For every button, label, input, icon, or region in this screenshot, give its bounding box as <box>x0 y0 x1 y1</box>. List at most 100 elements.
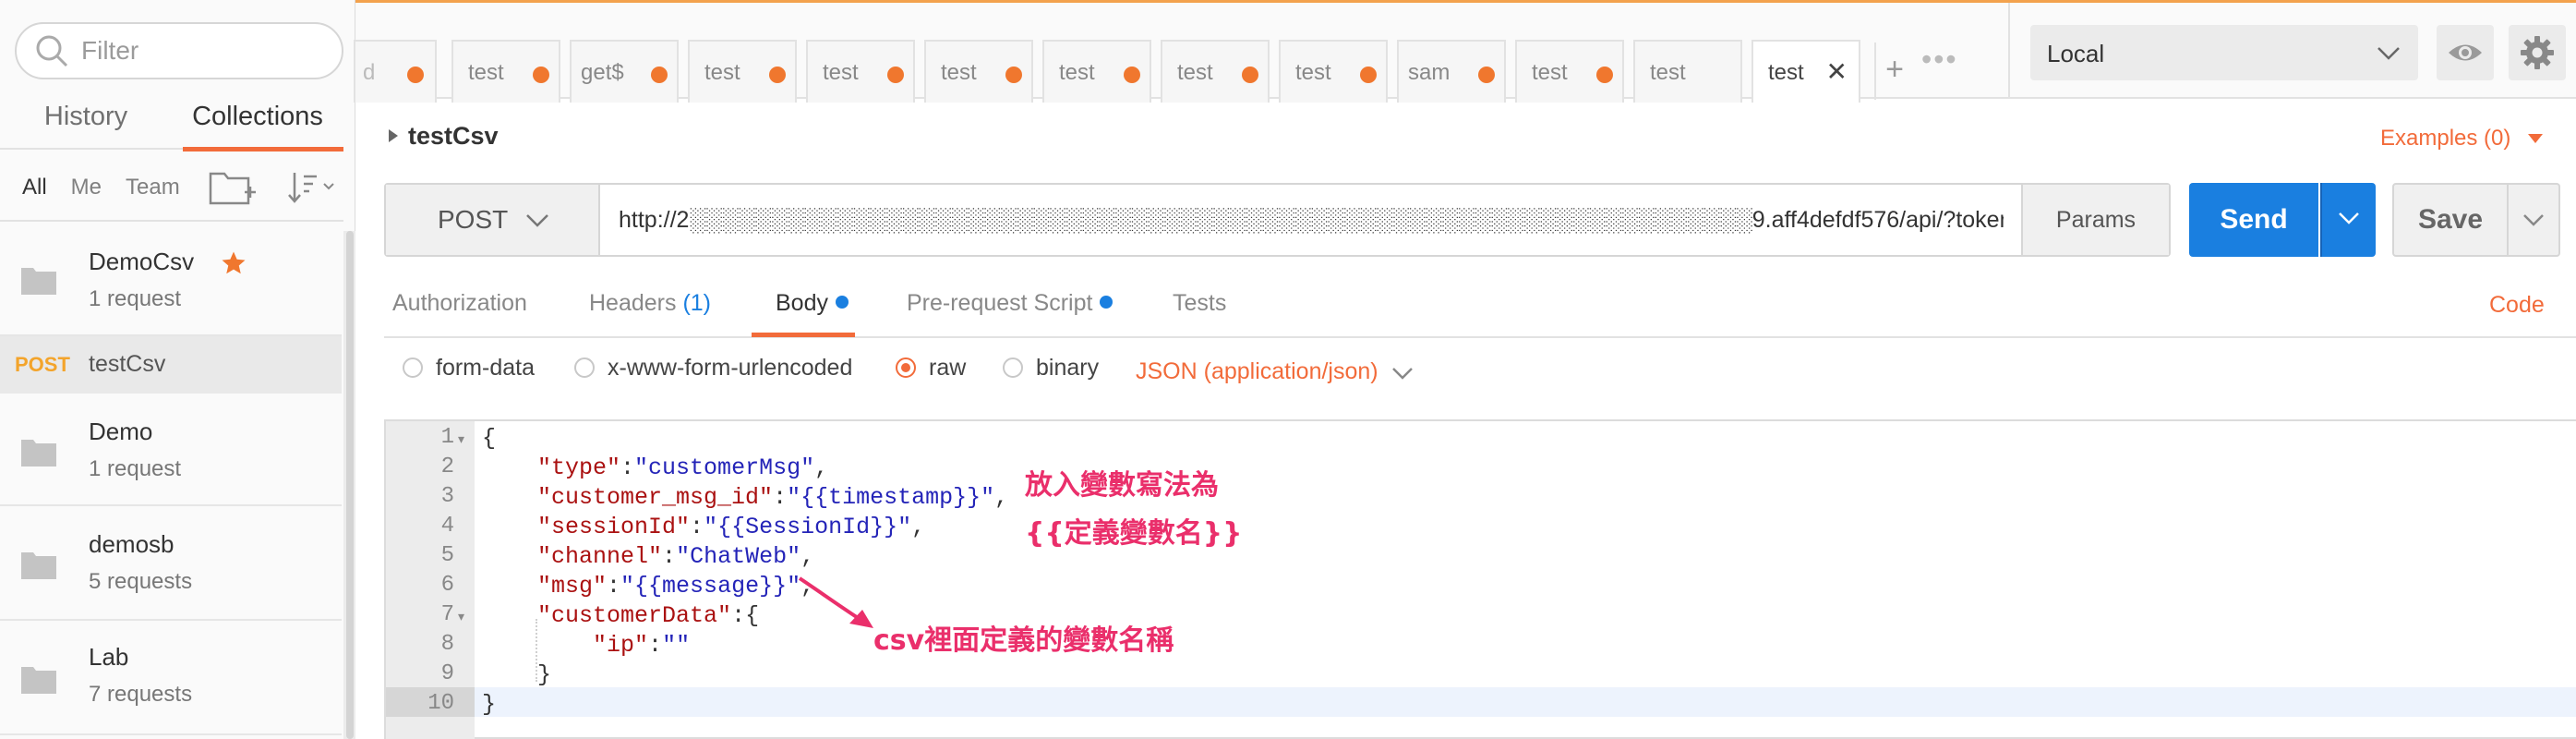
radio-label: binary <box>1036 355 1100 381</box>
json-punct <box>482 454 537 481</box>
request-title[interactable]: testCsv <box>408 122 499 151</box>
request-name: testCsv <box>89 351 166 377</box>
more-tabs-icon[interactable]: ••• <box>1921 42 1958 77</box>
settings-button[interactable] <box>2509 25 2566 80</box>
line-number: 5 <box>440 543 454 568</box>
url-bar: POST http://2░░░░░░░░░░░░░░░░░░░░░░░░░░░… <box>384 183 2171 257</box>
eye-icon <box>2449 44 2482 61</box>
line-number: 9 <box>440 661 454 686</box>
code-line: "ip":"" <box>482 632 690 659</box>
collection-name: Lab <box>89 643 129 671</box>
gear-icon <box>2521 36 2554 69</box>
tab-label: test <box>1650 60 1686 85</box>
sidebar-scrollbar[interactable] <box>346 231 354 739</box>
filter-me[interactable]: Me <box>71 175 102 200</box>
json-punct <box>482 632 593 659</box>
json-punct: : <box>648 632 663 659</box>
prerequest-indicator-dot <box>1100 296 1113 309</box>
request-tab-bar: d test get$ test test test test test tes… <box>354 3 2008 103</box>
code-line: "type":"customerMsg", <box>482 454 828 481</box>
code-line: "channel":"ChatWeb", <box>482 543 814 570</box>
filter-input[interactable]: Filter <box>15 22 343 79</box>
sort-icon[interactable] <box>285 169 341 206</box>
chevron-down-icon[interactable] <box>1390 366 1414 382</box>
json-punct <box>482 514 537 540</box>
collection-count: 5 requests <box>89 569 193 594</box>
request-tab[interactable]: test <box>924 40 1033 103</box>
content-type-select[interactable]: JSON (application/json) <box>1136 358 1378 385</box>
caret-right-icon[interactable] <box>388 128 399 143</box>
request-item-testcsv[interactable]: POST testCsv <box>0 336 342 394</box>
body-editor[interactable]: { "type":"customerMsg", "customer_msg_id… <box>384 419 2576 739</box>
tab-authorization[interactable]: Authorization <box>392 290 527 317</box>
collection-demo[interactable]: Demo 1 request <box>0 395 342 506</box>
method-select[interactable]: POST <box>386 185 600 255</box>
json-key: "customer_msg_id" <box>537 484 774 511</box>
request-tab[interactable]: get$ <box>570 40 679 103</box>
tab-collections[interactable]: Collections <box>172 92 343 151</box>
tab-body[interactable]: Body <box>776 290 849 317</box>
send-options-button[interactable] <box>2320 183 2376 257</box>
tab-label: get$ <box>581 60 624 85</box>
unsaved-dot <box>1242 67 1258 83</box>
code-line: } <box>482 661 551 688</box>
json-string: "{{SessionId}}" <box>704 514 912 540</box>
request-tab[interactable]: test <box>1279 40 1388 103</box>
examples-dropdown[interactable]: Examples (0) <box>2380 126 2545 151</box>
request-tab-active[interactable]: test ✕ <box>1751 40 1860 103</box>
filter-team[interactable]: Team <box>126 175 180 200</box>
json-punct: , <box>911 514 926 540</box>
tab-prerequest-script[interactable]: Pre-request Script <box>907 290 1113 317</box>
line-number: 8 <box>440 632 454 657</box>
collection-count: 1 request <box>89 456 182 481</box>
request-tab[interactable]: test <box>1161 40 1270 103</box>
fold-toggle-icon[interactable]: ▾ <box>458 432 464 448</box>
fold-toggle-icon[interactable]: ▾ <box>458 610 464 625</box>
collection-demosb[interactable]: demosb 5 requests <box>0 508 342 621</box>
code-link[interactable]: Code <box>2489 292 2545 319</box>
new-folder-icon[interactable] <box>208 168 258 207</box>
tab-tests[interactable]: Tests <box>1173 290 1226 317</box>
radio-form-data[interactable]: form-data <box>403 355 535 382</box>
unsaved-dot <box>1478 67 1495 83</box>
json-string: "" <box>662 632 691 659</box>
folder-icon <box>21 440 56 466</box>
request-tab[interactable]: test <box>451 40 560 103</box>
environment-quick-look-button[interactable] <box>2437 25 2494 80</box>
params-button[interactable]: Params <box>2021 185 2169 255</box>
json-key: "ip" <box>593 632 649 659</box>
collection-lab[interactable]: Lab 7 requests <box>0 623 342 735</box>
request-tab[interactable]: d <box>354 40 437 103</box>
radio-urlencoded[interactable]: x-www-form-urlencoded <box>574 355 852 382</box>
request-tab[interactable]: test <box>1515 40 1624 103</box>
save-button[interactable]: Save <box>2392 183 2509 257</box>
request-tab[interactable]: test <box>1633 40 1742 103</box>
json-key: "sessionId" <box>537 514 691 540</box>
star-icon[interactable] <box>220 249 247 277</box>
request-tab[interactable]: test <box>806 40 915 103</box>
annotation-line1: 放入變數寫法為 <box>1025 469 1219 502</box>
save-options-button[interactable] <box>2509 183 2560 257</box>
request-tab[interactable]: sam <box>1397 40 1506 103</box>
active-tab-underline <box>752 333 855 337</box>
collection-democsv[interactable]: DemoCsv 1 request <box>0 224 342 336</box>
request-tab[interactable]: test <box>688 40 797 103</box>
request-tab[interactable]: test <box>1042 40 1151 103</box>
json-string: "customerMsg" <box>634 454 815 481</box>
radio-raw[interactable]: raw <box>896 355 966 382</box>
filter-all[interactable]: All <box>22 175 47 200</box>
tab-headers[interactable]: Headers (1) <box>589 290 711 317</box>
json-punct: , <box>994 484 1009 511</box>
code-line: "customer_msg_id":"{{timestamp}}", <box>482 484 1008 511</box>
tab-history[interactable]: History <box>0 92 172 148</box>
json-punct: , <box>814 454 829 481</box>
url-input[interactable]: http://2░░░░░░░░░░░░░░░░░░░░░░░░░░░░░░░░… <box>619 207 2004 234</box>
new-tab-button[interactable]: + <box>1874 42 1913 100</box>
close-icon[interactable]: ✕ <box>1826 56 1848 87</box>
environment-select[interactable]: Local <box>2030 25 2418 80</box>
radio-binary[interactable]: binary <box>1003 355 1099 382</box>
send-button[interactable]: Send <box>2189 183 2318 257</box>
radio-circle-selected <box>896 357 916 378</box>
chevron-down-icon <box>2523 214 2544 226</box>
line-number: 2 <box>440 454 454 479</box>
